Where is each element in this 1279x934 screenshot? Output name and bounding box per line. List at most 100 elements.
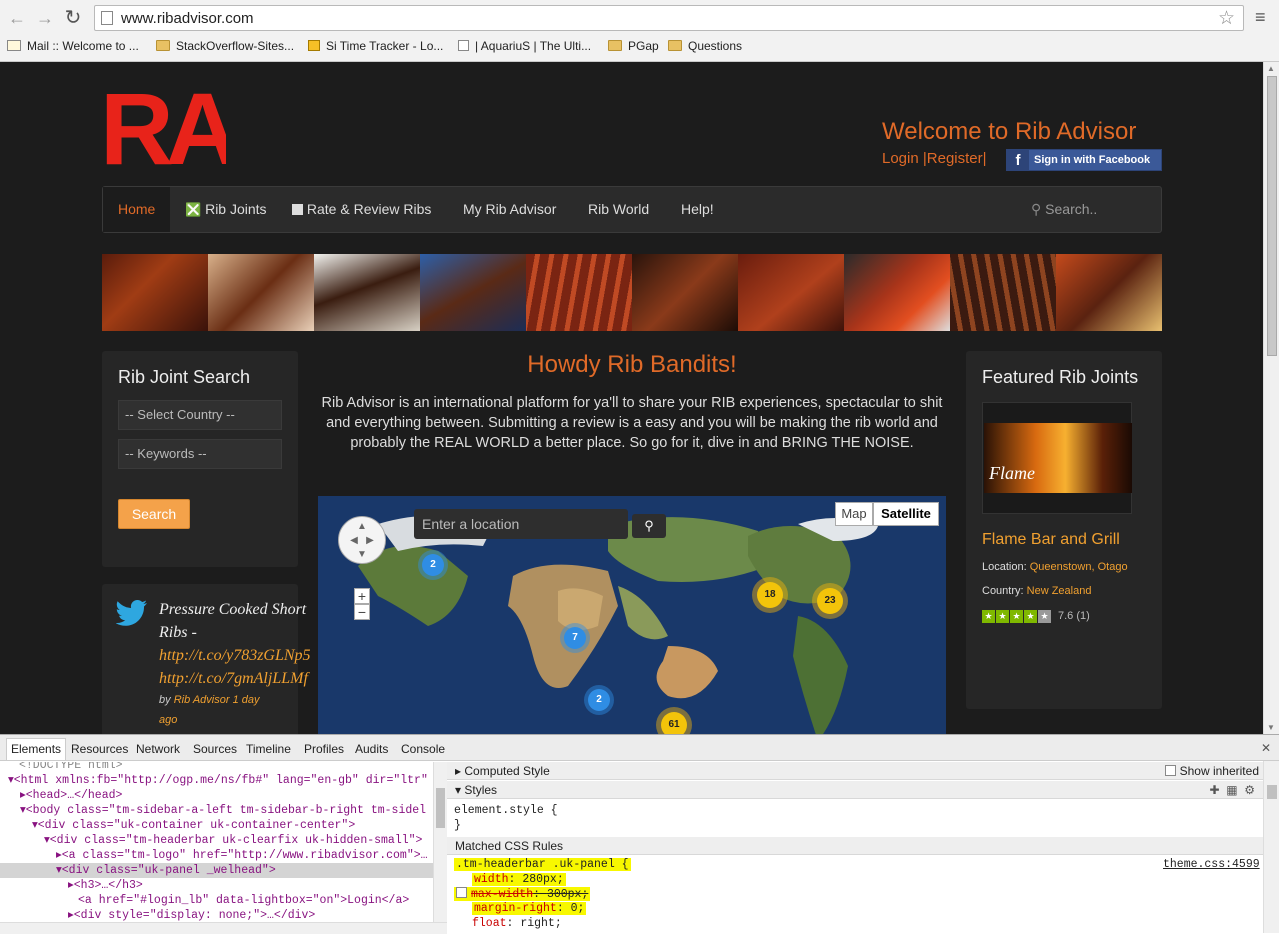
keywords-input[interactable]: -- Keywords -- [118, 439, 282, 469]
bookmark-stackoverflow[interactable]: StackOverflow-Sites... [156, 39, 294, 53]
tab-resources[interactable]: Resources [71, 742, 128, 756]
bookmark-mail[interactable]: Mail :: Welcome to ... [7, 39, 139, 53]
styles-header[interactable]: ▾ Styles ✚ ▦ ⚙ [447, 781, 1263, 799]
element-style-open[interactable]: element.style { [454, 804, 558, 817]
dom-line[interactable]: ▾<div class="uk-container uk-container-c… [32, 818, 355, 833]
register-link[interactable]: Register [927, 150, 983, 167]
element-state-icon[interactable]: ▦ [1226, 783, 1237, 797]
country-select[interactable]: -- Select Country -- [118, 400, 282, 430]
back-icon[interactable]: ← [6, 7, 28, 29]
nav-my-rib-advisor[interactable]: My Rib Advisor [463, 187, 556, 232]
tweet-link[interactable]: http://t.co/7gmAljLLMf [159, 670, 308, 687]
country-value[interactable]: New Zealand [1027, 585, 1092, 597]
site-logo[interactable]: RA [102, 80, 226, 166]
bookmark-questions[interactable]: Questions [668, 39, 742, 53]
tab-timeline[interactable]: Timeline [246, 742, 291, 756]
scrollbar-thumb[interactable] [1267, 76, 1277, 356]
css-prop-float[interactable]: float: right; [472, 917, 562, 930]
nav-rib-world[interactable]: Rib World [588, 187, 649, 232]
facebook-signin-button[interactable]: f Sign in with Facebook [1006, 149, 1162, 171]
location-input[interactable]: Enter a location [414, 509, 628, 539]
scroll-up-icon[interactable]: ▲ [1267, 64, 1275, 73]
rib-photo [844, 254, 950, 331]
dom-tree-scrollbar[interactable] [433, 762, 447, 922]
dom-line[interactable]: ▾<html xmlns:fb="http://ogp.me/ns/fb#" l… [8, 773, 428, 788]
css-prop-margin-right[interactable]: margin-right: 0; [472, 902, 587, 915]
nav-label: Rib Joints [205, 201, 267, 217]
dom-tree: <!DOCTYPE html> ▾<html xmlns:fb="http://… [0, 762, 433, 922]
tab-sources[interactable]: Sources [193, 742, 237, 756]
styles-scrollbar[interactable] [1263, 761, 1279, 933]
marker-cluster[interactable]: 7 [564, 627, 586, 649]
twitter-panel: Pressure Cooked Short Ribs - http://t.co… [102, 584, 311, 734]
marker-cluster[interactable]: 2 [588, 689, 610, 711]
byline-prefix: by [159, 694, 171, 706]
dom-line[interactable]: ▾<body class="tm-sidebar-a-left tm-sideb… [20, 803, 426, 818]
show-inherited-toggle[interactable]: Show inherited [1165, 762, 1259, 780]
zoom-in-button[interactable]: + [354, 588, 370, 604]
dom-line-selected[interactable]: ▾<div class="uk-panel _welhead"> [0, 863, 433, 878]
map-type-satellite-button[interactable]: Satellite [873, 502, 939, 526]
scrollbar-thumb[interactable] [436, 788, 445, 828]
dom-line[interactable]: ▸<head>…</head> [20, 788, 122, 803]
scrollbar-thumb[interactable] [1267, 785, 1277, 799]
dom-line[interactable]: ▸<a class="tm-logo" href="http://www.rib… [56, 848, 428, 863]
tab-audits[interactable]: Audits [355, 742, 388, 756]
tab-profiles[interactable]: Profiles [304, 742, 344, 756]
marker-cluster[interactable]: 2 [422, 554, 444, 576]
nav-label: Rate & Review Ribs [306, 201, 432, 217]
map-type-map-button[interactable]: Map [835, 502, 873, 526]
browser-chrome: ← → ↻ www.ribadvisor.com ☆ ≡ Mail :: Wel… [0, 0, 1279, 62]
dom-line[interactable]: ▸<h3>…</h3> [68, 878, 143, 893]
css-prop-width[interactable]: width: 280px; [472, 873, 566, 886]
location-value[interactable]: Queenstown, Otago [1030, 561, 1128, 573]
location-search-button[interactable]: ⚲ [632, 514, 666, 538]
dom-line[interactable]: ▸<div style="display: none;">…</div> [68, 908, 315, 922]
tweet-link[interactable]: http://t.co/y783zGLNp5 [159, 647, 311, 664]
page-scrollbar[interactable]: ▲ ▼ [1263, 62, 1279, 734]
nav-help[interactable]: Help! [681, 187, 714, 232]
pan-control-icon[interactable]: ▲ ◀ ▶ ▼ [338, 516, 386, 564]
rule-selector[interactable]: .tm-headerbar .uk-panel { [454, 858, 631, 871]
facebook-icon: f [1007, 150, 1029, 170]
close-icon[interactable]: ✕ [1261, 741, 1271, 755]
gear-icon[interactable]: ⚙ [1244, 783, 1255, 797]
bookmark-pgap[interactable]: PGap [608, 39, 659, 53]
bookmark-aquarius[interactable]: | AquariuS | The Ulti... [458, 39, 591, 53]
menu-icon[interactable]: ≡ [1255, 8, 1269, 26]
tweet-author[interactable]: Rib Advisor [174, 694, 230, 706]
reload-icon[interactable]: ↻ [62, 7, 84, 29]
bookmark-time-tracker[interactable]: Si Time Tracker - Lo... [308, 39, 443, 53]
forward-icon[interactable]: → [34, 7, 56, 29]
scroll-down-icon[interactable]: ▼ [1267, 723, 1275, 732]
nav-home[interactable]: Home [103, 187, 171, 232]
dom-line[interactable]: <!DOCTYPE html> [19, 762, 123, 773]
login-link[interactable]: Login [882, 150, 919, 167]
tab-console[interactable]: Console [401, 742, 445, 756]
rule-source-link[interactable]: theme.css:4599 [1163, 858, 1260, 871]
nav-search[interactable]: ⚲ Search.. [1031, 187, 1161, 232]
styles-pane: ▸ Computed Style Show inherited ▾ Styles… [447, 762, 1263, 934]
checkbox-icon[interactable] [456, 887, 467, 898]
dom-line[interactable]: ▾<div class="tm-headerbar uk-clearfix uk… [44, 833, 422, 848]
featured-name[interactable]: Flame Bar and Grill [982, 531, 1146, 549]
computed-style-header[interactable]: ▸ Computed Style Show inherited [447, 762, 1263, 780]
featured-image[interactable]: Flame [982, 402, 1132, 514]
search-button[interactable]: Search [118, 499, 190, 529]
dom-line[interactable]: <a href="#login_lb" data-lightbox="on">L… [78, 893, 409, 908]
address-bar[interactable]: www.ribadvisor.com ☆ [94, 5, 1244, 31]
nav-rate-review[interactable]: Rate & Review Ribs [292, 187, 431, 232]
url-text[interactable]: www.ribadvisor.com [121, 10, 254, 27]
tab-elements[interactable]: Elements [6, 738, 67, 760]
dom-tree-hscrollbar[interactable] [0, 922, 447, 934]
zoom-out-button[interactable]: − [354, 604, 370, 620]
css-prop-max-width[interactable]: max-width: 300px; [454, 887, 591, 901]
bookmark-star-icon[interactable]: ☆ [1218, 7, 1235, 30]
nav-rib-joints[interactable]: ❎ Rib Joints [185, 187, 267, 232]
marker-cluster[interactable]: 61 [661, 712, 687, 734]
tab-network[interactable]: Network [136, 742, 180, 756]
google-map[interactable]: ▲ ◀ ▶ ▼ + − Enter a location ⚲ Map Satelli… [318, 496, 946, 734]
marker-cluster[interactable]: 23 [817, 588, 843, 614]
add-rule-icon[interactable]: ✚ [1209, 783, 1219, 797]
marker-cluster[interactable]: 18 [757, 582, 783, 608]
